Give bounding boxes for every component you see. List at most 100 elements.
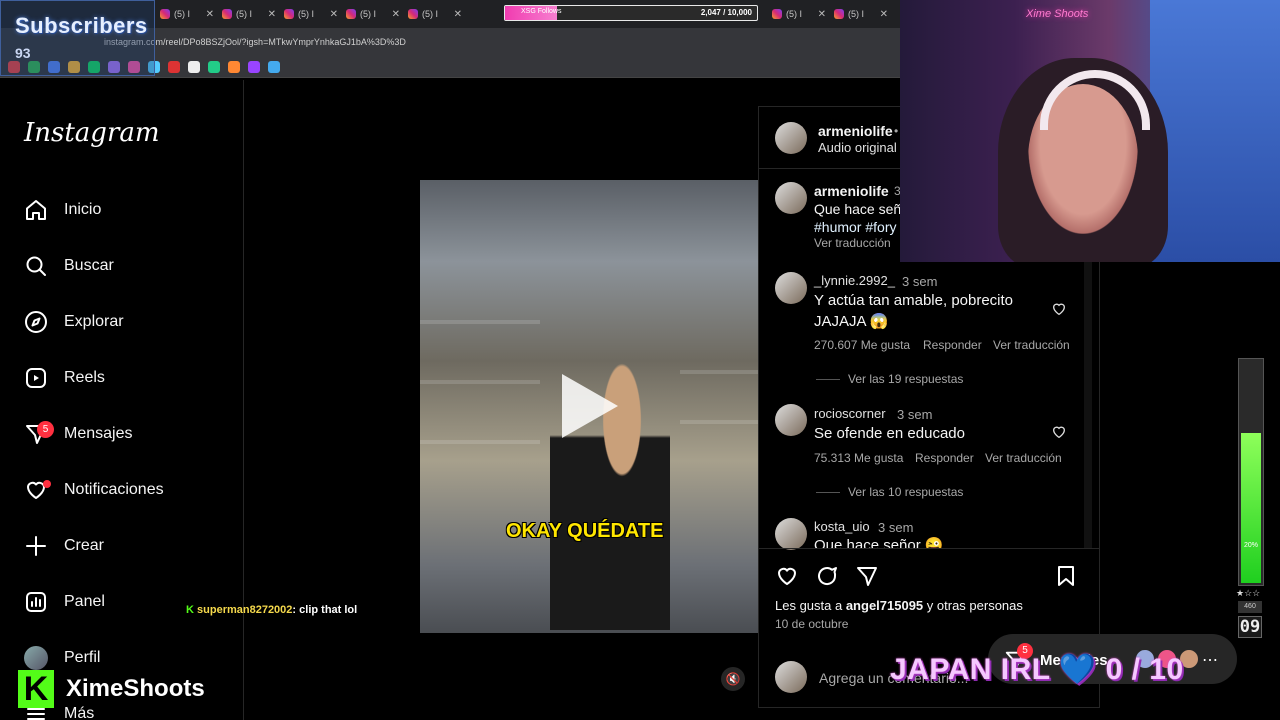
sidebar-item-label: Reels xyxy=(64,369,105,386)
likes-prefix: Les gusta a xyxy=(775,598,846,613)
comment-avatar[interactable] xyxy=(775,272,807,304)
mute-icon[interactable]: 🔇 xyxy=(721,667,745,691)
comment-reply-link[interactable]: Responder xyxy=(923,338,982,352)
close-tab-icon[interactable]: ✕ xyxy=(818,9,826,20)
sidebar-item-explorar[interactable]: Explorar xyxy=(24,302,124,342)
subscribers-title: Subscribers xyxy=(15,13,148,38)
volume-meter-label: 20% xyxy=(1244,542,1259,549)
more-options-icon[interactable]: ⋯ xyxy=(1202,650,1218,670)
webcam-feed: Xime Shoots xyxy=(900,0,1280,262)
close-tab-icon[interactable]: ✕ xyxy=(206,9,214,20)
comment-username[interactable]: rocioscorner xyxy=(814,406,886,421)
caption-text: Que hace señ xyxy=(814,201,902,217)
view-replies-link[interactable]: Ver las 19 respuestas xyxy=(816,372,963,386)
instagram-favicon-icon xyxy=(222,9,232,19)
play-icon[interactable] xyxy=(562,374,618,438)
close-tab-icon[interactable]: ✕ xyxy=(330,9,338,20)
bookmark-icon[interactable] xyxy=(248,60,260,73)
comment-translate-link[interactable]: Ver traducción xyxy=(985,451,1062,465)
sidebar-item-notificaciones[interactable]: Notificaciones xyxy=(24,470,164,510)
comment-avatar[interactable] xyxy=(775,404,807,436)
view-replies-link[interactable]: Ver las 10 respuestas xyxy=(816,485,963,499)
comment-likes[interactable]: 270.607 Me gusta xyxy=(814,338,910,352)
caption-translate-link[interactable]: Ver traducción xyxy=(814,236,891,250)
close-tab-icon[interactable]: ✕ xyxy=(454,9,462,20)
avatar xyxy=(24,646,48,670)
likes-summary[interactable]: Les gusta a angel715095 y otras personas xyxy=(775,598,1023,613)
sidebar-item-reels[interactable]: Reels xyxy=(24,358,105,398)
caption-avatar[interactable] xyxy=(775,182,807,214)
follows-goal-count: 2,047 / 10,000 xyxy=(700,8,752,17)
browser-tab[interactable]: (5) I ✕ xyxy=(218,3,280,25)
goal-overlay: JAPAN IRL 💙 0 / 10 xyxy=(890,653,1184,686)
chart-icon xyxy=(26,592,46,612)
likes-user[interactable]: angel715095 xyxy=(846,598,923,613)
browser-tab[interactable]: (5) I ✕ xyxy=(830,3,892,25)
browser-tab[interactable]: (5) I ✕ xyxy=(404,3,466,25)
comment-reply-link[interactable]: Responder xyxy=(915,451,974,465)
shelf-decoration xyxy=(420,440,540,444)
sidebar-item-label: Explorar xyxy=(64,313,124,330)
bookmark-icon[interactable] xyxy=(168,60,180,73)
messenger-icon-wrap: 5 xyxy=(24,421,54,446)
comment-username[interactable]: kosta_uio xyxy=(814,519,870,534)
comment-text: Se ofende en educado xyxy=(814,425,965,442)
browser-tabs-right: (5) I ✕ (5) I ✕ xyxy=(768,3,892,25)
comment-likes[interactable]: 75.313 Me gusta xyxy=(814,451,903,465)
volume-meter xyxy=(1238,358,1264,586)
caption-hashtags[interactable]: #humor #fory xyxy=(814,219,896,235)
post-author[interactable]: armeniolife xyxy=(818,123,893,139)
instagram-logo[interactable]: Instagram xyxy=(24,118,160,148)
comment-translate-link[interactable]: Ver traducción xyxy=(993,338,1070,352)
comment-icon[interactable] xyxy=(815,564,839,588)
bookmark-save-icon[interactable] xyxy=(1054,564,1078,588)
sidebar-item-mensajes[interactable]: 5 Mensajes xyxy=(24,414,132,454)
comment-username[interactable]: _lynnie.2992_ xyxy=(814,273,895,288)
close-tab-icon[interactable]: ✕ xyxy=(392,9,400,20)
comment-like-heart-icon[interactable] xyxy=(1051,301,1067,317)
bookmark-icon[interactable] xyxy=(188,60,200,73)
sidebar-item-crear[interactable]: Crear xyxy=(24,526,104,566)
subscribers-overlay: Subscribers 93 xyxy=(0,0,155,76)
chat-username: superman8272002 xyxy=(197,604,293,616)
browser-tab[interactable]: (5) I ✕ xyxy=(768,3,830,25)
instagram-favicon-icon xyxy=(160,9,170,19)
bookmark-icon[interactable] xyxy=(208,60,220,73)
kick-logo-letter: K xyxy=(23,670,49,708)
close-tab-icon[interactable]: ✕ xyxy=(880,9,888,20)
close-tab-icon[interactable]: ✕ xyxy=(268,9,276,20)
bookmark-icon[interactable] xyxy=(228,60,240,73)
chat-message: K superman8272002: clip that lol xyxy=(186,604,357,616)
audio-label[interactable]: Audio original xyxy=(818,140,897,155)
browser-tab[interactable]: (5) I ✕ xyxy=(156,3,218,25)
reels-icon xyxy=(26,368,46,388)
instagram-favicon-icon xyxy=(772,9,782,19)
likes-suffix: y otras personas xyxy=(923,598,1023,613)
caption-username[interactable]: armeniolife xyxy=(814,183,889,199)
sidebar-item-panel[interactable]: Panel xyxy=(24,582,105,622)
sidebar-item-label: Notificaciones xyxy=(64,481,164,498)
author-avatar[interactable] xyxy=(775,122,807,154)
comment-time: 3 sem xyxy=(878,520,914,535)
sidebar-item-label: Mensajes xyxy=(64,425,133,442)
sidebar-item-inicio[interactable]: Inicio xyxy=(24,190,101,230)
browser-tab[interactable]: (5) I ✕ xyxy=(280,3,342,25)
comment-like-heart-icon[interactable] xyxy=(1051,424,1067,440)
instagram-sidebar: Instagram xyxy=(0,80,244,720)
bookmark-icon[interactable] xyxy=(268,60,280,73)
sidebar-item-label: Panel xyxy=(64,593,105,610)
comment-time: 3 sem xyxy=(897,407,933,422)
plus-icon xyxy=(26,536,46,556)
shelf-decoration xyxy=(680,420,758,424)
sidebar-item-buscar[interactable]: Buscar xyxy=(24,246,114,286)
comment-text: Y actúa tan amable, pobrecito xyxy=(814,292,1014,309)
instagram-favicon-icon xyxy=(284,9,294,19)
like-heart-icon[interactable] xyxy=(775,564,799,588)
instagram-favicon-icon xyxy=(346,9,356,19)
comment-avatar[interactable] xyxy=(775,518,807,550)
sidebar-item-label: Perfil xyxy=(64,649,101,666)
browser-tab[interactable]: (5) I ✕ xyxy=(342,3,404,25)
share-icon[interactable] xyxy=(855,564,879,588)
heart-icon-wrap xyxy=(24,478,51,502)
meter-value-b: 09 xyxy=(1238,616,1262,638)
